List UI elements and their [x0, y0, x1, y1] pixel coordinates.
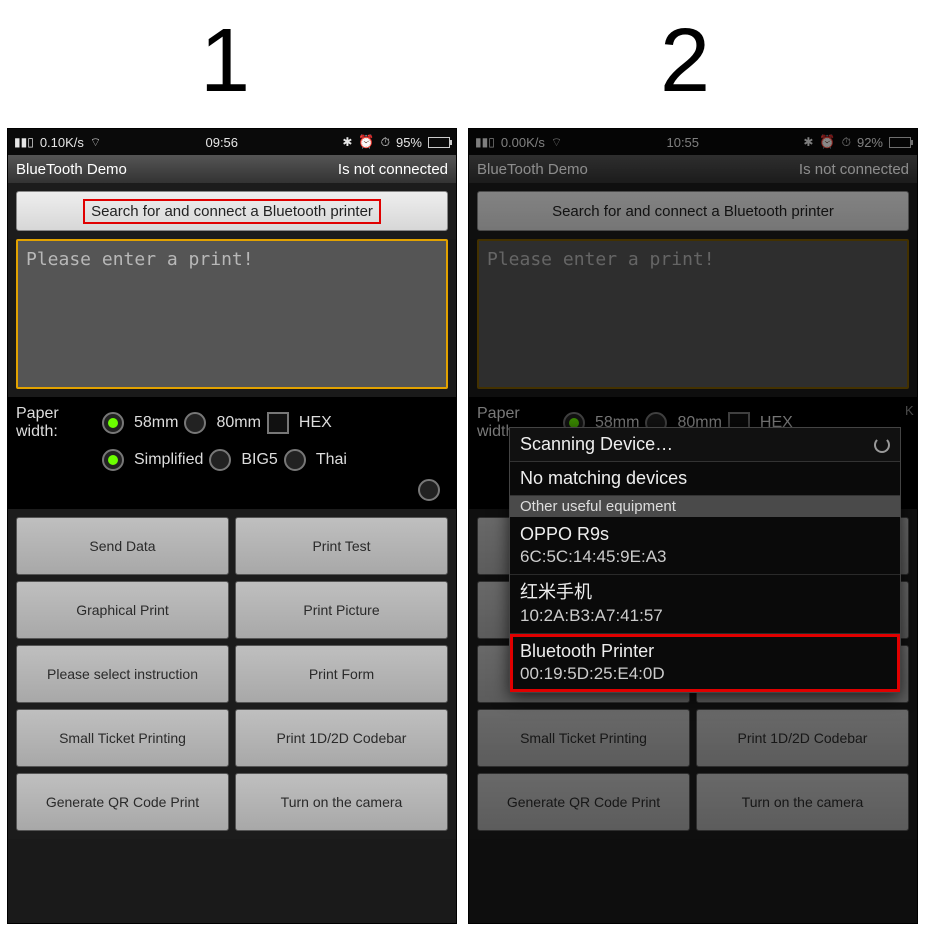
radio-big5[interactable]: [209, 449, 231, 471]
radio-simplified-label: Simplified: [134, 451, 203, 469]
print-picture-button[interactable]: Print Picture: [235, 581, 448, 639]
camera-button[interactable]: Turn on the camera: [696, 773, 909, 831]
radio-big5-label: BIG5: [241, 451, 277, 469]
print-barcode-button[interactable]: Print 1D/2D Codebar: [235, 709, 448, 767]
print-form-button[interactable]: Print Form: [235, 645, 448, 703]
wifi-icon: ⌔: [90, 136, 101, 148]
scan-section-other: Other useful equipment: [510, 496, 900, 517]
radio-80mm-label: 80mm: [216, 414, 260, 432]
options-panel: Paper width: 58mm 80mm HEX Simplified BI…: [8, 397, 456, 509]
status-bar: ▮▮▯ 0.00K/s ⌔ 10:55 ✱ ⏰ ⏱ 92%: [469, 129, 917, 155]
app-titlebar: BlueTooth Demo Is not connected: [8, 155, 456, 183]
app-titlebar: BlueTooth Demo Is not connected: [469, 155, 917, 183]
mute-icon: ⏰: [819, 134, 835, 150]
print-input-wrap[interactable]: [477, 239, 909, 389]
radio-thai[interactable]: [284, 449, 306, 471]
net-speed: 0.00K/s: [501, 135, 545, 150]
scan-no-match: No matching devices: [510, 462, 900, 496]
spinner-icon: [874, 437, 890, 453]
device-item-oppo[interactable]: OPPO R9s 6C:5C:14:45:9E:A3: [510, 517, 900, 575]
wifi-icon: ⌔: [551, 136, 562, 148]
device-name: Bluetooth Printer: [520, 640, 890, 663]
phone-screenshot-1: ▮▮▯ 0.10K/s ⌔ 09:56 ✱ ⏰ ⏱ 95% BlueTooth …: [7, 128, 457, 924]
radio-simplified[interactable]: [102, 449, 124, 471]
send-data-button[interactable]: Send Data: [16, 517, 229, 575]
device-mac: 6C:5C:14:45:9E:A3: [520, 546, 890, 568]
bluetooth-icon: ✱: [803, 136, 813, 148]
connection-status: Is not connected: [799, 161, 909, 178]
app-title: BlueTooth Demo: [477, 161, 588, 178]
battery-icon: [889, 137, 911, 148]
device-mac: 00:19:5D:25:E4:0D: [520, 663, 890, 685]
device-mac: 10:2A:B3:A7:41:57: [520, 605, 890, 627]
device-name: OPPO R9s: [520, 523, 890, 546]
action-grid: Send Data Print Test Graphical Print Pri…: [8, 509, 456, 839]
step-label-1: 1: [200, 10, 250, 113]
app-title: BlueTooth Demo: [16, 161, 127, 178]
connection-status: Is not connected: [338, 161, 448, 178]
step-label-2: 2: [660, 10, 710, 113]
phone-screenshot-2: ▮▮▯ 0.00K/s ⌔ 10:55 ✱ ⏰ ⏱ 92% BlueTooth …: [468, 128, 918, 924]
camera-button[interactable]: Turn on the camera: [235, 773, 448, 831]
radio-58mm-label: 58mm: [134, 414, 178, 432]
battery-text: 95%: [396, 135, 422, 150]
print-textarea[interactable]: [18, 241, 446, 387]
radio-extra[interactable]: [418, 479, 440, 501]
small-ticket-button[interactable]: Small Ticket Printing: [477, 709, 690, 767]
search-connect-label: Search for and connect a Bluetooth print…: [552, 203, 834, 220]
select-instruction-button[interactable]: Please select instruction: [16, 645, 229, 703]
graphical-print-button[interactable]: Graphical Print: [16, 581, 229, 639]
status-bar: ▮▮▯ 0.10K/s ⌔ 09:56 ✱ ⏰ ⏱ 95%: [8, 129, 456, 155]
status-time: 09:56: [101, 135, 342, 150]
status-time: 10:55: [562, 135, 803, 150]
search-connect-label: Search for and connect a Bluetooth print…: [85, 201, 379, 222]
device-item-redmi[interactable]: 红米手机 10:2A:B3:A7:41:57: [510, 575, 900, 633]
print-test-button[interactable]: Print Test: [235, 517, 448, 575]
small-ticket-button[interactable]: Small Ticket Printing: [16, 709, 229, 767]
generate-qr-button[interactable]: Generate QR Code Print: [16, 773, 229, 831]
search-connect-button[interactable]: Search for and connect a Bluetooth print…: [16, 191, 448, 231]
checkbox-hex[interactable]: [267, 412, 289, 434]
scan-dialog-title: Scanning Device…: [520, 434, 673, 455]
paper-width-label: Paper width:: [16, 405, 96, 441]
radio-thai-label: Thai: [316, 451, 347, 469]
print-barcode-button[interactable]: Print 1D/2D Codebar: [696, 709, 909, 767]
battery-icon: [428, 137, 450, 148]
alarm-icon: ⏱: [381, 136, 390, 148]
mute-icon: ⏰: [358, 134, 374, 150]
battery-text: 92%: [857, 135, 883, 150]
net-speed: 0.10K/s: [40, 135, 84, 150]
search-connect-button[interactable]: Search for and connect a Bluetooth print…: [477, 191, 909, 231]
radio-80mm[interactable]: [184, 412, 206, 434]
bluetooth-icon: ✱: [342, 136, 352, 148]
generate-qr-button[interactable]: Generate QR Code Print: [477, 773, 690, 831]
signal-icon: ▮▮▯: [475, 136, 495, 148]
signal-icon: ▮▮▯: [14, 136, 34, 148]
print-input-wrap[interactable]: [16, 239, 448, 389]
checkbox-hex-label: HEX: [299, 414, 332, 432]
device-item-bluetooth-printer[interactable]: Bluetooth Printer 00:19:5D:25:E4:0D: [510, 634, 900, 692]
scan-dialog: Scanning Device… No matching devices Oth…: [509, 427, 901, 693]
radio-58mm[interactable]: [102, 412, 124, 434]
cut-off-label: K: [905, 403, 918, 419]
print-textarea[interactable]: [479, 241, 907, 387]
device-name: 红米手机: [520, 581, 890, 604]
alarm-icon: ⏱: [842, 136, 851, 148]
